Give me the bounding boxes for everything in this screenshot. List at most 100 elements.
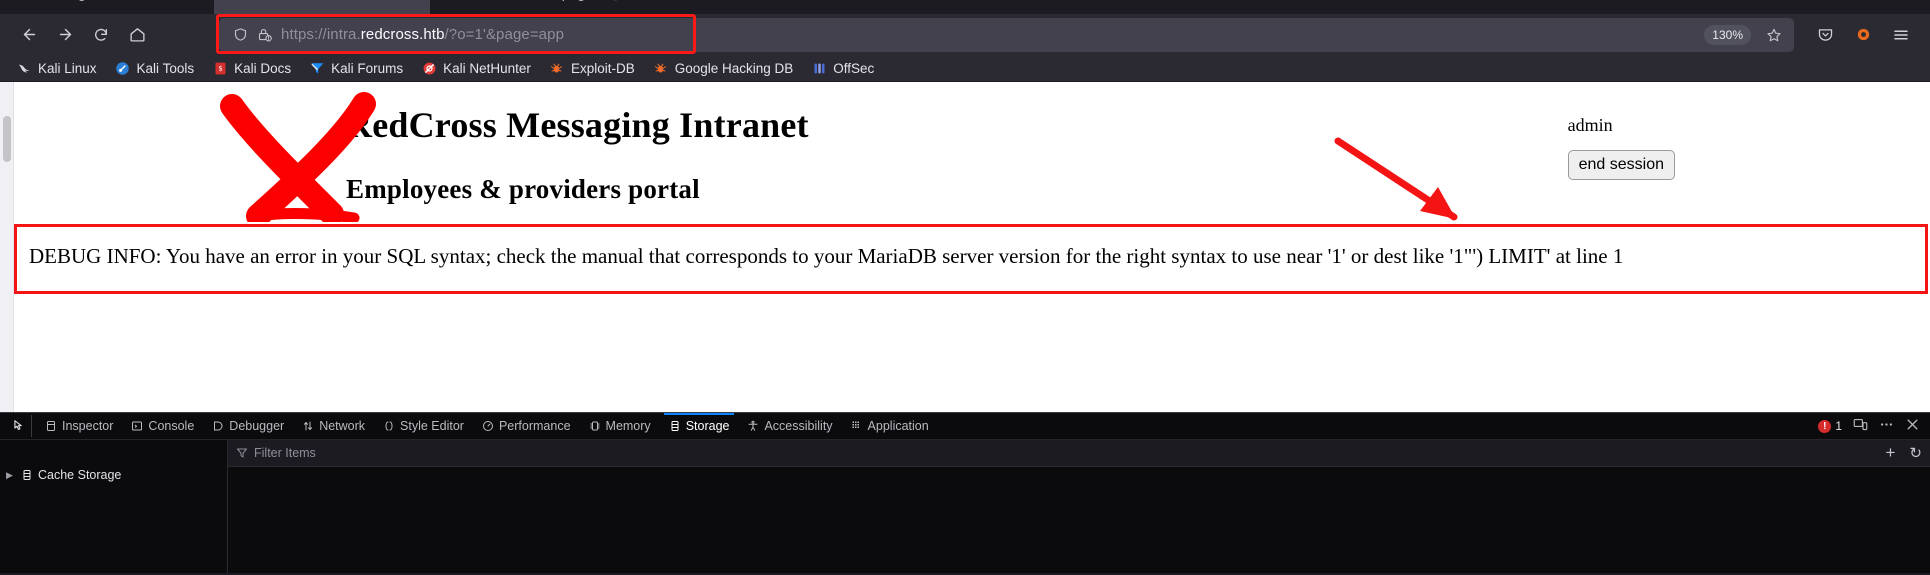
user-session-box: admin end session — [1567, 115, 1675, 181]
devtools-tab-debugger[interactable]: Debugger — [203, 413, 293, 439]
application-icon — [851, 420, 863, 432]
vertical-scrollbar[interactable] — [0, 82, 14, 412]
tab-title: Warning: Potential Secur — [34, 0, 188, 1]
browser-tab-2[interactable]: intra.redcross.htb/?page=log × — [430, 0, 646, 14]
back-button[interactable] — [12, 19, 46, 51]
storage-tree-item-cache-storage[interactable]: ▶ Cache Storage — [0, 466, 227, 484]
storage-items-grid — [228, 467, 1930, 573]
tab-title: intra.redcross.htb/?page=log — [442, 0, 620, 1]
storage-icon — [21, 469, 33, 481]
bookmark-google-hacking-db[interactable]: Google Hacking DB — [645, 57, 802, 79]
devtools-tab-label: Network — [319, 419, 366, 433]
exploit-db-icon — [549, 60, 565, 76]
end-session-button[interactable]: end session — [1567, 150, 1675, 181]
kali-docs-icon: $ — [212, 60, 228, 76]
add-item-button[interactable]: + — [1885, 443, 1895, 463]
bookmark-exploit-db[interactable]: Exploit-DB — [541, 57, 643, 79]
scrollbar-thumb[interactable] — [3, 116, 11, 162]
web-page-content: RedCross Messaging Intranet Employees & … — [14, 82, 1930, 412]
tab-close-icon[interactable]: × — [411, 0, 420, 1]
kali-forums-icon — [309, 60, 325, 76]
bookmark-label: Kali NetHunter — [443, 60, 531, 76]
bookmark-label: Kali Docs — [234, 60, 292, 76]
bookmarks-toolbar: Kali Linux Kali Tools $ Kali Docs Kali F… — [0, 55, 1930, 82]
storage-tree-sidebar: ▶ Cache Storage — [0, 440, 228, 573]
tab-strip: Warning: Potential Secur × intra.redcros… — [0, 0, 1930, 14]
devtools-tab-label: Memory — [605, 419, 651, 433]
error-count-badge[interactable]: ! 1 — [1818, 419, 1842, 433]
devtools-tab-label: Style Editor — [400, 419, 464, 433]
debug-error-banner: DEBUG INFO: You have an error in your SQ… — [14, 224, 1928, 294]
refresh-items-button[interactable]: ↻ — [1909, 444, 1922, 462]
kali-tools-icon — [115, 60, 131, 76]
bookmark-kali-nethunter[interactable]: Kali NetHunter — [413, 57, 539, 79]
devtools-tab-memory[interactable]: Memory — [580, 413, 660, 439]
pocket-icon[interactable] — [1808, 19, 1842, 51]
tab-title: intra.redcross.htb/?o=1%27& — [226, 0, 404, 1]
kali-nethunter-icon — [421, 60, 437, 76]
google-hacking-db-icon — [653, 60, 669, 76]
url-text: https://intra.redcross.htb/?o=1'&page=ap… — [281, 26, 1695, 43]
hamburger-menu-icon[interactable] — [1884, 19, 1918, 51]
tab-close-icon[interactable]: × — [195, 0, 204, 1]
svg-text:$: $ — [218, 64, 222, 73]
chevron-right-icon[interactable]: ▶ — [6, 470, 16, 481]
storage-tree-label: Cache Storage — [38, 468, 122, 482]
devtools-tab-application[interactable]: Application — [842, 413, 938, 439]
address-bar[interactable]: https://intra.redcross.htb/?o=1'&page=ap… — [219, 17, 1794, 52]
lock-warning-icon[interactable] — [257, 27, 272, 42]
devtools-tab-label: Inspector — [62, 419, 114, 433]
storage-main-panel: Filter Items + ↻ — [228, 440, 1930, 573]
bookmark-kali-docs[interactable]: $ Kali Docs — [204, 57, 299, 79]
url-host: redcross.htb — [360, 26, 445, 43]
devtools-tab-style-editor[interactable]: Style Editor — [374, 413, 473, 439]
bookmark-label: Kali Tools — [136, 60, 195, 76]
tab-close-icon[interactable]: × — [627, 0, 636, 1]
close-devtools-icon[interactable] — [1905, 417, 1920, 435]
reload-button[interactable] — [84, 19, 118, 51]
shield-icon[interactable] — [233, 27, 248, 42]
devtools-tab-label: Accessibility — [764, 419, 833, 433]
browser-tab-1[interactable]: intra.redcross.htb/?o=1%27& × — [214, 0, 430, 14]
accessibility-icon — [747, 420, 759, 432]
bookmark-offsec[interactable]: OffSec — [803, 57, 882, 79]
url-suffix: /?o=1'&page=app — [444, 26, 565, 43]
bookmark-label: Google Hacking DB — [674, 60, 794, 76]
devtools-tab-label: Debugger — [229, 419, 285, 433]
devtools-tab-console[interactable]: Console — [122, 413, 203, 439]
responsive-design-mode-icon[interactable] — [1853, 417, 1868, 435]
debug-error-text: DEBUG INFO: You have an error in your SQ… — [29, 244, 1624, 268]
url-prefix: https://intra. — [281, 26, 361, 43]
storage-filter-actions: + ↻ — [1885, 443, 1922, 463]
inspector-icon — [45, 420, 57, 432]
browser-tab-0[interactable]: Warning: Potential Secur × — [22, 0, 214, 14]
devtools-tab-inspector[interactable]: Inspector — [36, 413, 122, 439]
devtools-tab-bar: Inspector Console Debugger Network Style… — [0, 413, 1930, 440]
devtools-tab-network[interactable]: Network — [293, 413, 374, 439]
devtools-body: ▶ Cache Storage Filter Items + ↻ — [0, 440, 1930, 573]
bookmark-kali-forums[interactable]: Kali Forums — [301, 57, 411, 79]
zoom-level-badge[interactable]: 130% — [1704, 24, 1751, 45]
memory-icon — [589, 420, 601, 432]
element-picker-icon[interactable] — [6, 415, 32, 437]
home-button[interactable] — [120, 19, 154, 51]
bookmark-kali-linux[interactable]: Kali Linux — [8, 57, 105, 79]
bookmark-kali-tools[interactable]: Kali Tools — [107, 57, 203, 79]
bookmark-label: Kali Forums — [331, 60, 404, 76]
devtools-tab-accessibility[interactable]: Accessibility — [738, 413, 841, 439]
username-label: admin — [1567, 115, 1613, 135]
browser-window: Warning: Potential Secur × intra.redcros… — [0, 0, 1930, 573]
devtools-tab-storage[interactable]: Storage — [660, 413, 739, 439]
devtools-options-icon[interactable] — [1879, 417, 1894, 435]
devtools-tab-performance[interactable]: Performance — [473, 413, 580, 439]
page-title: RedCross Messaging Intranet — [346, 105, 809, 145]
extension-icon[interactable] — [1846, 19, 1880, 51]
new-tab-button[interactable]: + — [657, 0, 667, 14]
devtools-toolbar-right: ! 1 — [1818, 417, 1930, 435]
debugger-icon — [212, 420, 224, 432]
devtools-tab-label: Console — [148, 419, 195, 433]
navigation-toolbar: https://intra.redcross.htb/?o=1'&page=ap… — [0, 13, 1930, 55]
filter-items-input[interactable]: Filter Items — [254, 446, 316, 460]
forward-button[interactable] — [48, 19, 82, 51]
star-icon[interactable] — [1766, 27, 1786, 43]
